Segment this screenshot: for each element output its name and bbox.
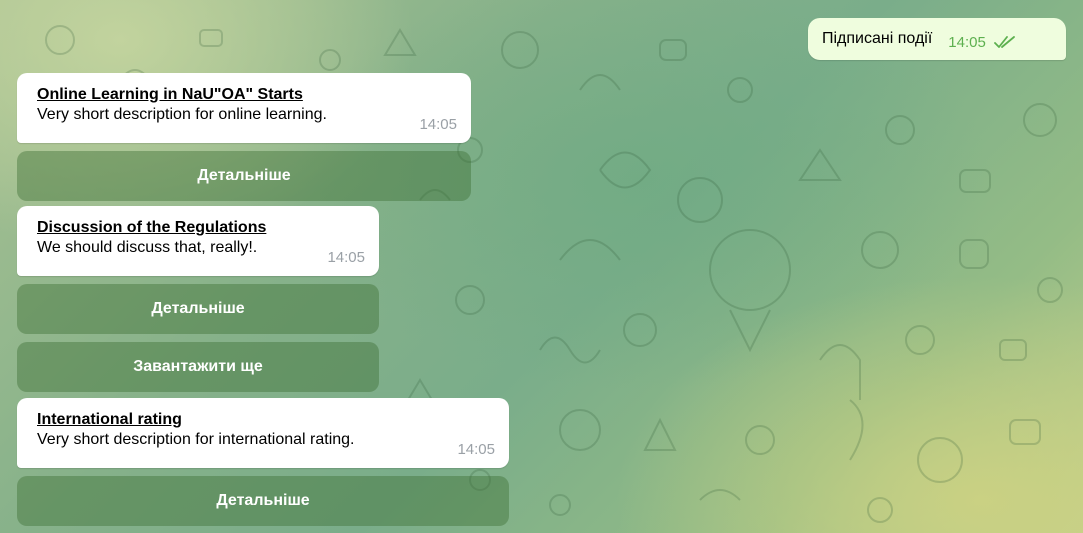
details-button[interactable]: Детальніше: [17, 476, 509, 526]
message-time: 14:05: [457, 441, 495, 458]
message-description: Very short description for international…: [37, 431, 355, 448]
details-button[interactable]: Детальніше: [17, 284, 379, 334]
message-title-link[interactable]: Discussion of the Regulations: [37, 218, 359, 238]
outgoing-message: Підписані події 14:05: [808, 18, 1066, 60]
details-button[interactable]: Детальніше: [17, 151, 471, 201]
chat-area: Підписані події 14:05 Online Learning in…: [0, 0, 1083, 533]
incoming-message: International rating Very short descript…: [17, 398, 509, 468]
double-check-icon: [993, 36, 1015, 48]
message-title-link[interactable]: International rating: [37, 410, 489, 430]
message-title-link[interactable]: Online Learning in NaU"OA" Starts: [37, 85, 451, 105]
incoming-message: Online Learning in NaU"OA" Starts Very s…: [17, 73, 471, 143]
load-more-button[interactable]: Завантажити ще: [17, 342, 379, 392]
message-time: 14:05: [419, 116, 457, 133]
message-description: Very short description for online learni…: [37, 106, 327, 123]
message-time: 14:05: [327, 249, 365, 266]
outgoing-message-time: 14:05: [948, 33, 986, 51]
incoming-message: Discussion of the Regulations We should …: [17, 206, 379, 276]
message-description: We should discuss that, really!.: [37, 239, 258, 256]
outgoing-message-text: Підписані події: [822, 30, 933, 47]
